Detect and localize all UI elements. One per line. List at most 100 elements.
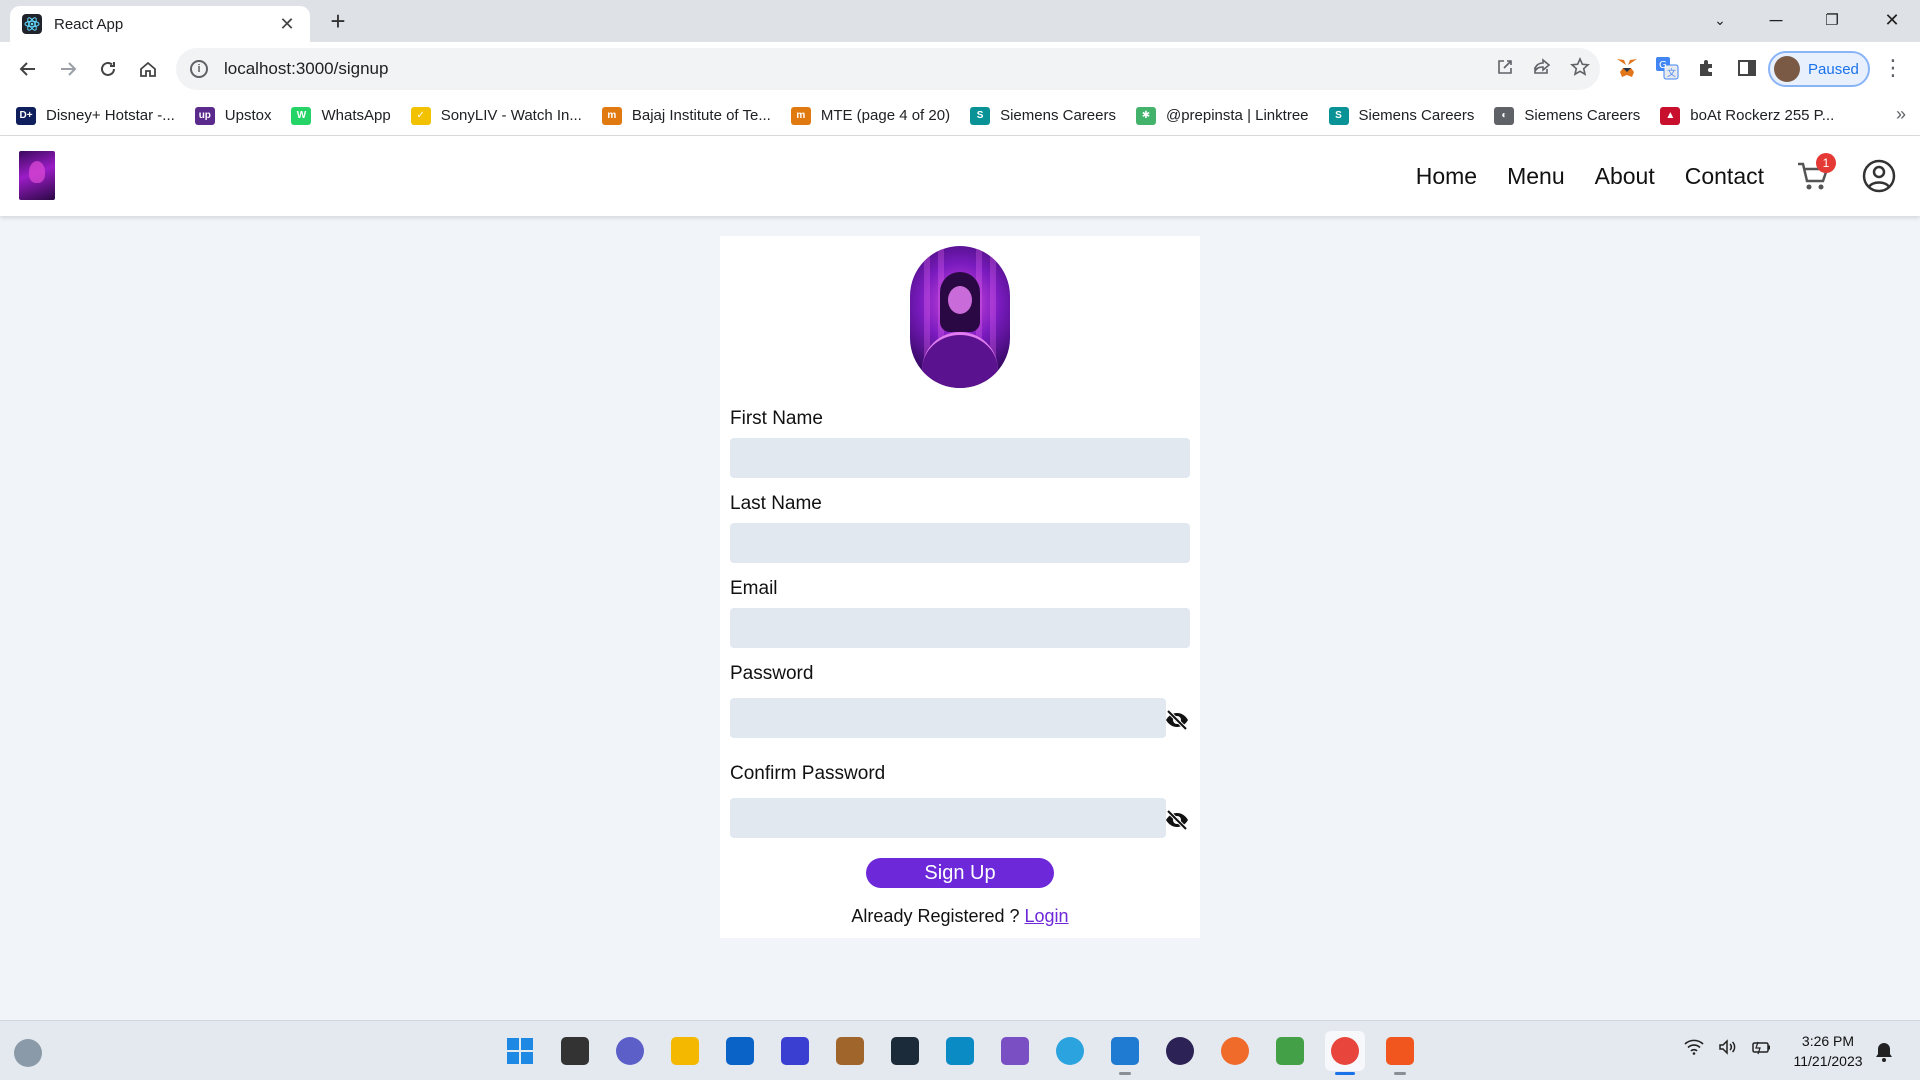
already-registered-label: Already Registered ? bbox=[851, 906, 1025, 926]
browser-menu-icon[interactable]: ⋮ bbox=[1882, 55, 1904, 83]
bookmark-item[interactable]: ◐ Siemens Careers bbox=[1494, 106, 1641, 125]
bookmark-item[interactable]: D+ Disney+ Hotstar -... bbox=[16, 106, 175, 125]
bookmark-label: MTE (page 4 of 20) bbox=[820, 107, 951, 124]
already-registered-text: Already Registered ? Login bbox=[720, 906, 1200, 927]
bookmark-label: Bajaj Institute of Te... bbox=[631, 107, 771, 124]
first-name-input[interactable] bbox=[730, 438, 1190, 478]
browser-tab[interactable]: React App ✕ bbox=[10, 6, 310, 42]
email-input[interactable] bbox=[730, 608, 1190, 648]
brave-icon[interactable] bbox=[1380, 1031, 1420, 1075]
nodejs-icon[interactable] bbox=[1270, 1031, 1310, 1071]
more-bookmarks-icon[interactable]: » bbox=[1896, 104, 1906, 125]
close-tab-icon[interactable]: ✕ bbox=[276, 14, 298, 35]
address-url: localhost:3000/signup bbox=[224, 59, 389, 78]
svg-text:文: 文 bbox=[1667, 67, 1676, 79]
nav-menu[interactable]: Menu bbox=[1507, 163, 1565, 190]
sign-up-button[interactable]: Sign Up bbox=[866, 858, 1054, 888]
system-tray bbox=[1684, 1039, 1772, 1060]
site-info-icon[interactable]: i bbox=[190, 60, 208, 78]
bookmark-item[interactable]: ✱ @prepinsta | Linktree bbox=[1135, 106, 1309, 125]
wifi-icon[interactable] bbox=[1684, 1039, 1704, 1060]
remote-desktop-icon[interactable] bbox=[940, 1031, 980, 1071]
translate-icon[interactable]: G文 bbox=[1654, 55, 1680, 81]
bookmark-label: Siemens Careers bbox=[1358, 107, 1475, 124]
extensions-puzzle-icon[interactable] bbox=[1694, 55, 1720, 81]
metamask-icon[interactable] bbox=[1614, 55, 1640, 81]
profile-avatar-image bbox=[910, 246, 1010, 388]
visual-studio-icon[interactable] bbox=[995, 1031, 1035, 1071]
taskbar-clock[interactable]: 3:26 PM 11/21/2023 bbox=[1780, 1031, 1876, 1071]
telegram-icon[interactable] bbox=[1050, 1031, 1090, 1071]
bookmark-label: Disney+ Hotstar -... bbox=[46, 107, 175, 124]
bookmark-label: SonyLIV - Watch In... bbox=[440, 107, 582, 124]
globe-icon: ◐ bbox=[1494, 106, 1515, 125]
login-link[interactable]: Login bbox=[1025, 906, 1069, 926]
weather-widget-icon[interactable] bbox=[14, 1039, 42, 1067]
teams-chat-icon[interactable] bbox=[610, 1031, 650, 1071]
profile-paused-button[interactable]: Paused bbox=[1768, 51, 1870, 87]
reload-icon[interactable] bbox=[92, 53, 124, 85]
last-name-input[interactable] bbox=[730, 523, 1190, 563]
bookmark-label: @prepinsta | Linktree bbox=[1165, 107, 1309, 124]
restore-button[interactable]: ❐ bbox=[1806, 0, 1858, 40]
mysql-icon[interactable] bbox=[885, 1031, 925, 1071]
windows-taskbar: 3:26 PM 11/21/2023 bbox=[0, 1020, 1920, 1080]
nav-contact[interactable]: Contact bbox=[1685, 163, 1764, 190]
user-circle-icon bbox=[1862, 159, 1896, 193]
clock-date: 11/21/2023 bbox=[1793, 1053, 1863, 1069]
file-explorer-icon[interactable] bbox=[665, 1031, 705, 1071]
bookmark-item[interactable]: up Upstox bbox=[194, 106, 271, 125]
close-window-button[interactable]: ✕ bbox=[1866, 0, 1918, 40]
first-name-label: First Name bbox=[730, 408, 823, 429]
confirm-password-input[interactable] bbox=[730, 798, 1166, 838]
tab-title: React App bbox=[54, 15, 124, 33]
mte-icon: m bbox=[790, 106, 811, 125]
vscode-icon[interactable] bbox=[1105, 1031, 1145, 1075]
eclipse-icon[interactable] bbox=[1160, 1031, 1200, 1071]
chrome-icon[interactable] bbox=[1325, 1031, 1365, 1075]
open-in-app-icon[interactable] bbox=[1496, 58, 1514, 81]
minimize-button[interactable]: ─ bbox=[1750, 0, 1802, 40]
forward-icon[interactable] bbox=[52, 53, 84, 85]
cart-button[interactable]: 1 bbox=[1796, 153, 1836, 193]
bookmark-label: WhatsApp bbox=[321, 107, 391, 124]
nav-about[interactable]: About bbox=[1595, 163, 1655, 190]
notification-bell-icon[interactable] bbox=[1874, 1041, 1896, 1063]
package-icon[interactable] bbox=[830, 1031, 870, 1071]
bookmark-item[interactable]: S Siemens Careers bbox=[970, 106, 1116, 125]
user-profile-button[interactable] bbox=[1862, 159, 1896, 193]
browser-tab-strip: React App ✕ + ⌄ ─ ❐ ✕ bbox=[0, 0, 1920, 42]
profile-status: Paused bbox=[1808, 60, 1859, 78]
bookmark-item[interactable]: m MTE (page 4 of 20) bbox=[790, 106, 951, 125]
siemens-icon: S bbox=[1328, 106, 1349, 125]
start-icon[interactable] bbox=[500, 1031, 540, 1071]
back-icon[interactable] bbox=[12, 53, 44, 85]
bookmark-star-icon[interactable] bbox=[1570, 56, 1590, 82]
side-panel-icon[interactable] bbox=[1734, 55, 1760, 81]
bookmark-item[interactable]: m Bajaj Institute of Te... bbox=[601, 106, 771, 125]
password-input[interactable] bbox=[730, 698, 1166, 738]
home-icon[interactable] bbox=[132, 53, 164, 85]
bookmark-item[interactable]: W WhatsApp bbox=[291, 106, 391, 125]
bookmark-item[interactable]: ✓ SonyLIV - Watch In... bbox=[410, 106, 582, 125]
tab-search-icon[interactable]: ⌄ bbox=[1694, 0, 1746, 40]
boat-icon: ▲ bbox=[1660, 106, 1681, 125]
bookmark-item[interactable]: ▲ boAt Rockerz 255 P... bbox=[1660, 106, 1834, 125]
upstox-icon: up bbox=[194, 106, 215, 125]
app-logo[interactable] bbox=[19, 151, 55, 200]
bookmark-item[interactable]: S Siemens Careers bbox=[1328, 106, 1475, 125]
eye-slash-icon[interactable] bbox=[1164, 809, 1190, 831]
eye-slash-icon[interactable] bbox=[1164, 709, 1190, 731]
battery-icon[interactable] bbox=[1752, 1039, 1772, 1060]
volume-icon[interactable] bbox=[1718, 1039, 1738, 1060]
new-tab-button[interactable]: + bbox=[322, 6, 354, 38]
task-view-icon[interactable] bbox=[555, 1031, 595, 1071]
bookmark-label: Siemens Careers bbox=[1524, 107, 1641, 124]
nav-home[interactable]: Home bbox=[1416, 163, 1477, 190]
address-bar[interactable]: i localhost:3000/signup bbox=[176, 48, 1600, 90]
signup-card: First Name Last Name Email Password Conf… bbox=[720, 236, 1200, 938]
mail-icon[interactable] bbox=[720, 1031, 760, 1071]
share-icon[interactable] bbox=[1532, 57, 1552, 81]
postman-icon[interactable] bbox=[1215, 1031, 1255, 1071]
powerapps-icon[interactable] bbox=[775, 1031, 815, 1071]
